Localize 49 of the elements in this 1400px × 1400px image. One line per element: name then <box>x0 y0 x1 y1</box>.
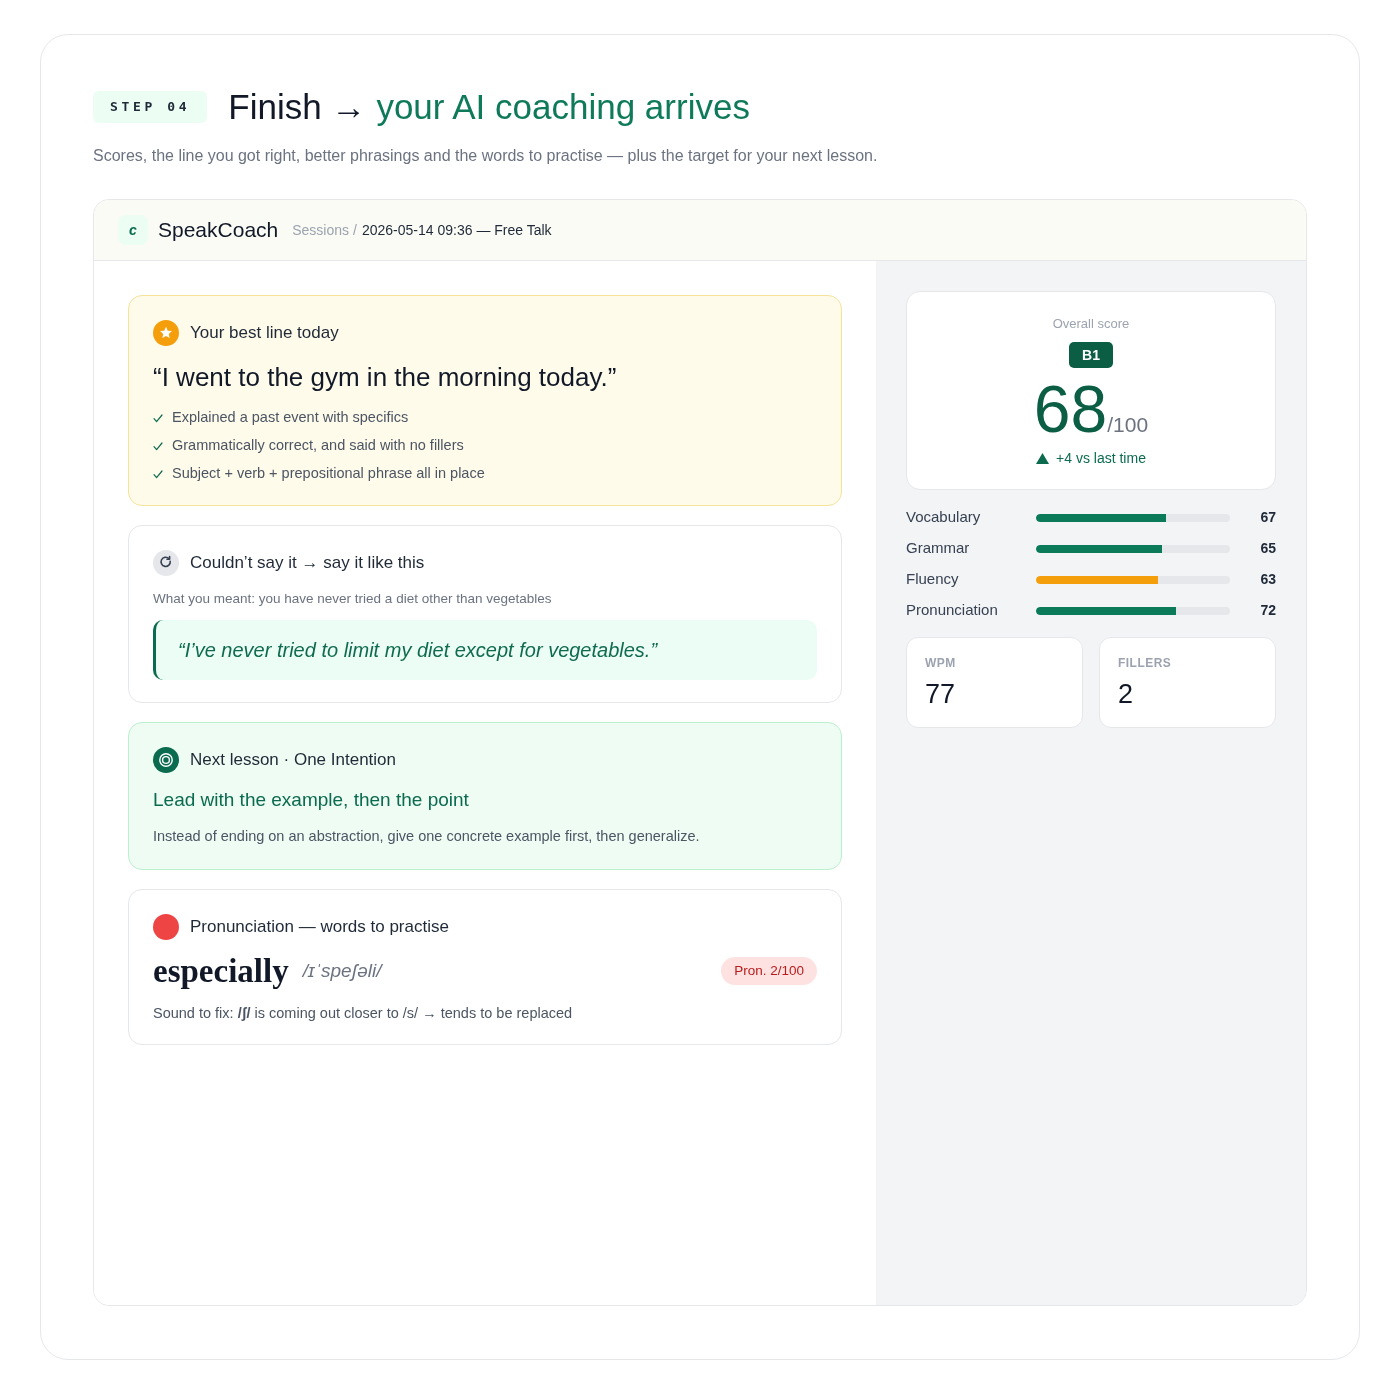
metric-label: Grammar <box>906 538 971 559</box>
metric-label: Pronunciation <box>906 600 999 621</box>
card-title: Pronunciation — words to practise <box>190 916 449 938</box>
stat-value: 77 <box>925 678 957 711</box>
lesson-goal: Lead with the example, then the point <box>153 788 470 812</box>
overall-score-label: Overall score <box>1052 315 1130 333</box>
page-title: Finish → <box>228 85 367 128</box>
page-title-highlight: your AI coaching arrives <box>376 85 750 128</box>
metric-value: 67 <box>1260 508 1276 527</box>
practice-word: especially <box>153 952 289 991</box>
score-badge: Pron. 2/100 <box>721 956 817 986</box>
strength-point: Explained a past event with specifics <box>172 408 409 428</box>
step-badge: STEP 04 <box>93 91 208 123</box>
metric-value: 63 <box>1260 570 1276 589</box>
status-dot-icon <box>153 914 179 940</box>
score-change: +4 vs last time <box>1056 448 1146 468</box>
sound-note: Sound to fix: /ʃ/ is coming out closer to /s/ → tends to be replaced <box>153 1004 574 1023</box>
best-line-quote: “I went to the gym in the morning today.” <box>153 361 618 394</box>
breadcrumb-current: 2026-05-14 09:36 — Free Talk <box>361 220 552 240</box>
metric-label: Fluency <box>906 569 960 590</box>
app-name: SpeakCoach <box>158 217 279 244</box>
check-icon <box>153 413 163 423</box>
stat-label: FILLERS <box>1118 655 1173 671</box>
check-icon <box>153 469 163 479</box>
app-logo: c <box>118 215 148 245</box>
card-title: Your best line today <box>190 322 339 344</box>
meaning-text: What you meant: you have never tried a diet other than vegetables <box>153 590 553 608</box>
check-icon <box>153 441 163 451</box>
suggested-phrase: “I’ve never tried to limit my diet except for vegetables.” <box>153 620 817 680</box>
refresh-icon <box>153 550 179 576</box>
lesson-detail: Instead of ending on an abstraction, give one concrete example first, then generalize. <box>153 827 701 846</box>
metric-value: 72 <box>1260 601 1276 620</box>
target-icon <box>153 747 179 773</box>
breadcrumb-separator: / <box>353 220 357 240</box>
overall-score-value: 68 <box>1033 376 1108 442</box>
metric-value: 65 <box>1260 539 1276 558</box>
page-subtitle: Scores, the line you got right, better phrasings and the words to practise — plus the target for your next lesson. <box>93 146 879 166</box>
stat-value: 2 <box>1118 678 1135 711</box>
strength-point: Subject + verb + prepositional phrase all in place <box>172 464 485 484</box>
up-triangle-icon <box>1036 452 1050 464</box>
card-title: Couldn’t say it → say it like this <box>190 552 425 574</box>
level-badge: B1 <box>1069 342 1113 368</box>
metric-label: Vocabulary <box>906 507 982 528</box>
strength-point: Grammatically correct, and said with no fillers <box>172 436 464 456</box>
card-title: Next lesson · One Intention <box>190 749 396 771</box>
breadcrumb-link[interactable]: Sessions <box>292 219 350 241</box>
phonetic-text: /ɪˈspeʃəli/ <box>302 958 382 983</box>
score-max: /100 <box>1107 413 1149 438</box>
stat-label: WPM <box>925 655 957 671</box>
